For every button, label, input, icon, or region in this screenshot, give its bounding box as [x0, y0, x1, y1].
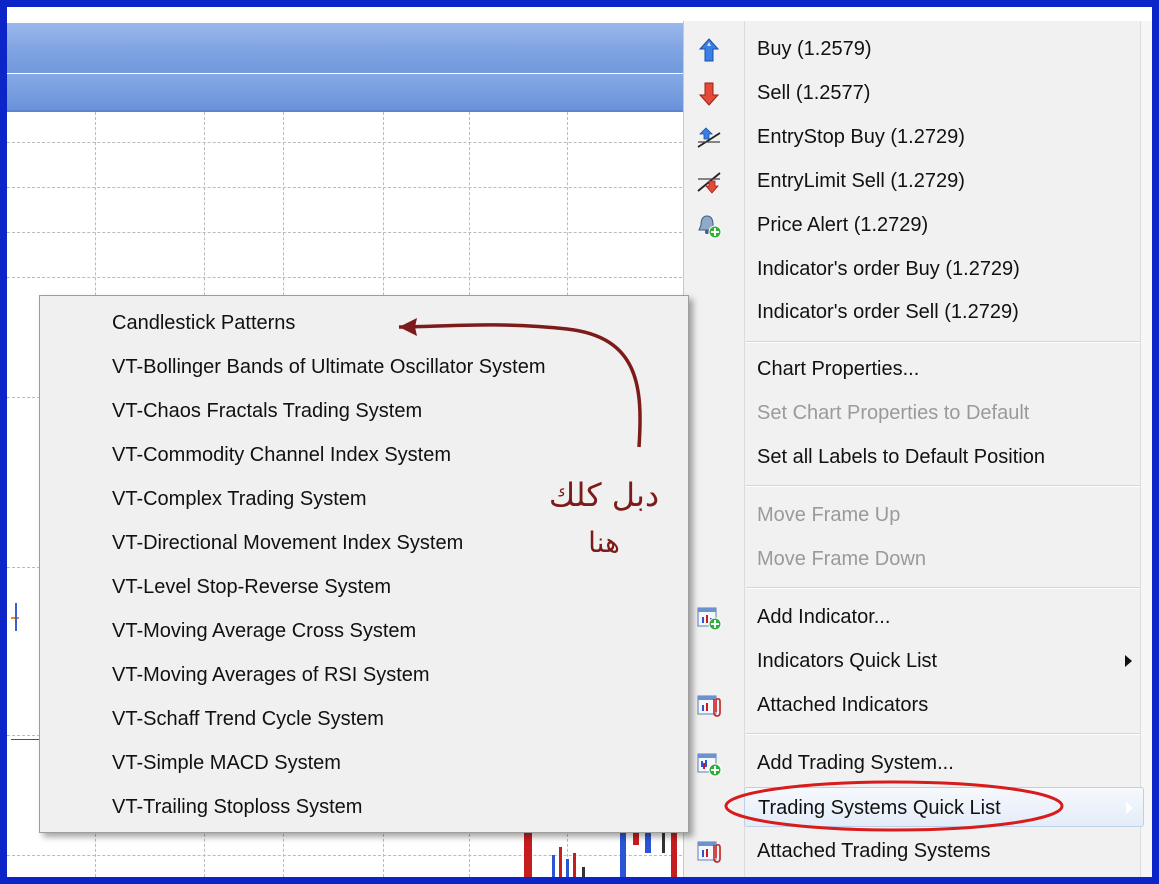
price-alert-bell-icon [696, 213, 722, 239]
attached-trading-systems-icon [696, 839, 722, 865]
menu-item-label: Price Alert (1.2729) [757, 214, 929, 236]
menu-item-entry-stop-buy[interactable]: EntryStop Buy (1.2729) [684, 117, 1142, 157]
context-menu: Buy (1.2579) Sell (1.2577) EntryStop Buy… [683, 21, 1152, 877]
submenu-item-chaos-fractals[interactable]: VT-Chaos Fractals Trading System [112, 400, 422, 423]
menu-item-label: EntryLimit Sell (1.2729) [757, 170, 965, 192]
menu-item-attached-indicators[interactable]: Attached Indicators [684, 685, 1142, 725]
submenu-item-directional-movement[interactable]: VT-Directional Movement Index System [112, 532, 463, 555]
submenu-arrow-icon [1125, 655, 1132, 667]
menu-separator [746, 485, 1140, 487]
candle [559, 847, 562, 877]
menu-item-label: Add Trading System... [757, 752, 954, 774]
submenu-item-schaff-trend[interactable]: VT-Schaff Trend Cycle System [112, 708, 384, 731]
menu-item-label: EntryStop Buy (1.2729) [757, 126, 965, 148]
menu-item-indicators-order-buy[interactable]: Indicator's order Buy (1.2729) [684, 249, 1142, 289]
menu-item-indicators-order-sell[interactable]: Indicator's order Sell (1.2729) [684, 292, 1142, 332]
menu-item-attached-trading-systems[interactable]: Attached Trading Systems [684, 831, 1142, 871]
grid-line [7, 187, 687, 188]
submenu-item-complex-trading[interactable]: VT-Complex Trading System [112, 488, 367, 511]
candle [582, 867, 585, 877]
menu-item-label: Attached Trading Systems [757, 840, 991, 862]
chart-toolbar-strip [7, 74, 687, 112]
grid-line [7, 232, 687, 233]
attached-indicators-icon [696, 693, 722, 719]
menu-item-label: Indicators Quick List [757, 650, 938, 672]
entry-stop-buy-icon [696, 125, 722, 151]
annotation-line-1: دبل كلك [548, 476, 660, 514]
menu-item-label: Buy (1.2579) [757, 38, 872, 60]
candle [645, 833, 651, 853]
screenshot-frame: Buy (1.2579) Sell (1.2577) EntryStop Buy… [0, 0, 1159, 884]
annotation-line-2: هنا [588, 526, 620, 559]
menu-separator [746, 587, 1140, 589]
menu-item-label: Move Frame Up [757, 504, 901, 526]
entry-limit-sell-icon [696, 169, 722, 195]
menu-item-label: Set Chart Properties to Default [757, 402, 1030, 424]
menu-item-label: Indicator's order Sell (1.2729) [757, 301, 1019, 323]
menu-item-move-frame-up[interactable]: Move Frame Up [684, 495, 1142, 535]
submenu-item-simple-macd[interactable]: VT-Simple MACD System [112, 752, 341, 775]
candle [633, 833, 639, 845]
menu-item-label: Sell (1.2577) [757, 82, 871, 104]
menu-item-set-labels-default[interactable]: Set all Labels to Default Position [684, 437, 1142, 477]
highlight-circle-annotation [724, 780, 1064, 832]
menu-item-entry-limit-sell[interactable]: EntryLimit Sell (1.2729) [684, 161, 1142, 201]
candle [662, 833, 665, 853]
grid-line [7, 855, 687, 856]
buy-arrow-up-icon [696, 37, 722, 63]
menu-item-chart-properties[interactable]: Chart Properties... [684, 349, 1142, 389]
add-trading-system-icon [696, 751, 722, 777]
sell-arrow-down-icon [696, 81, 722, 107]
annotation-arrow [398, 318, 642, 448]
add-indicator-icon [696, 605, 722, 631]
menu-item-label: Set all Labels to Default Position [757, 446, 1045, 468]
submenu-item-moving-average-cross[interactable]: VT-Moving Average Cross System [112, 620, 416, 643]
menu-separator [746, 341, 1140, 343]
submenu-item-level-stop-reverse[interactable]: VT-Level Stop-Reverse System [112, 576, 391, 599]
candle [620, 833, 626, 877]
menu-item-label: Add Indicator... [757, 606, 891, 628]
candle [566, 859, 569, 877]
chart-mark [11, 739, 39, 740]
menu-item-set-chart-properties-default[interactable]: Set Chart Properties to Default [684, 393, 1142, 433]
grid-line [7, 277, 687, 278]
candle [573, 853, 576, 877]
menu-scrollbar[interactable] [1140, 21, 1152, 877]
menu-separator [746, 733, 1140, 735]
menu-item-label: Indicator's order Buy (1.2729) [757, 258, 1020, 280]
menu-item-label: Move Frame Down [757, 548, 926, 570]
arabic-annotation: دبل كلك هنا [534, 471, 674, 567]
menu-item-buy[interactable]: Buy (1.2579) [684, 29, 1142, 69]
chart-mark [15, 603, 17, 631]
menu-item-add-indicator[interactable]: Add Indicator... [684, 597, 1142, 637]
grid-line [7, 142, 687, 143]
submenu-item-candlestick-patterns[interactable]: Candlestick Patterns [112, 312, 295, 335]
candle [552, 855, 555, 877]
chart-title-bar [7, 23, 687, 73]
candle [671, 833, 677, 877]
menu-item-price-alert[interactable]: Price Alert (1.2729) [684, 205, 1142, 245]
menu-item-sell[interactable]: Sell (1.2577) [684, 73, 1142, 113]
menu-item-label: Attached Indicators [757, 694, 929, 716]
menu-item-indicators-quick-list[interactable]: Indicators Quick List [684, 641, 1142, 681]
submenu-arrow-icon [1126, 802, 1133, 814]
submenu-item-trailing-stoploss[interactable]: VT-Trailing Stoploss System [112, 796, 362, 819]
menu-item-move-frame-down[interactable]: Move Frame Down [684, 539, 1142, 579]
menu-item-label: Chart Properties... [757, 358, 920, 380]
candle [524, 833, 532, 877]
submenu-item-moving-averages-rsi[interactable]: VT-Moving Averages of RSI System [112, 664, 430, 687]
